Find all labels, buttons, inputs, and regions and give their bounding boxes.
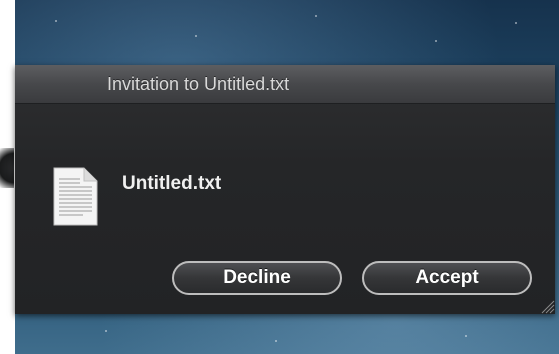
star-decoration (515, 22, 517, 24)
text-document-icon (53, 167, 98, 226)
star-decoration (275, 340, 277, 342)
star-decoration (195, 35, 197, 37)
star-decoration (465, 335, 467, 337)
invitation-dialog: Invitation to Untitled.txt Untitled.txt … (15, 65, 555, 314)
file-name: Untitled.txt (122, 173, 222, 194)
star-decoration (435, 40, 437, 42)
star-decoration (315, 15, 317, 17)
decline-button[interactable]: Decline (172, 261, 342, 295)
dialog-titlebar[interactable]: Invitation to Untitled.txt (15, 65, 555, 104)
accept-button[interactable]: Accept (362, 261, 532, 295)
star-decoration (55, 20, 57, 22)
window-edge (0, 148, 14, 188)
dialog-title: Invitation to Untitled.txt (107, 74, 290, 94)
star-decoration (105, 330, 107, 332)
resize-grip-icon[interactable] (539, 298, 555, 314)
